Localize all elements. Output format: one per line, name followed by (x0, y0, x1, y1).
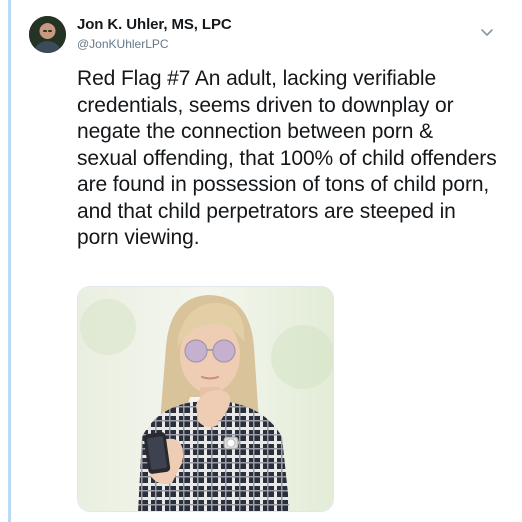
avatar[interactable] (29, 16, 66, 53)
thread-line (8, 0, 11, 522)
tweet-media-photo[interactable] (77, 286, 334, 512)
author-name[interactable]: Jon K. Uhler, MS, LPC (77, 16, 232, 33)
chevron-down-icon[interactable] (478, 26, 496, 40)
author-handle[interactable]: @JonKUhlerLPC (77, 37, 169, 51)
woman-with-phone-photo (78, 287, 333, 511)
avatar-image (29, 16, 66, 53)
tweet-text: Red Flag #7 An adult, lacking verifiable… (77, 67, 497, 249)
